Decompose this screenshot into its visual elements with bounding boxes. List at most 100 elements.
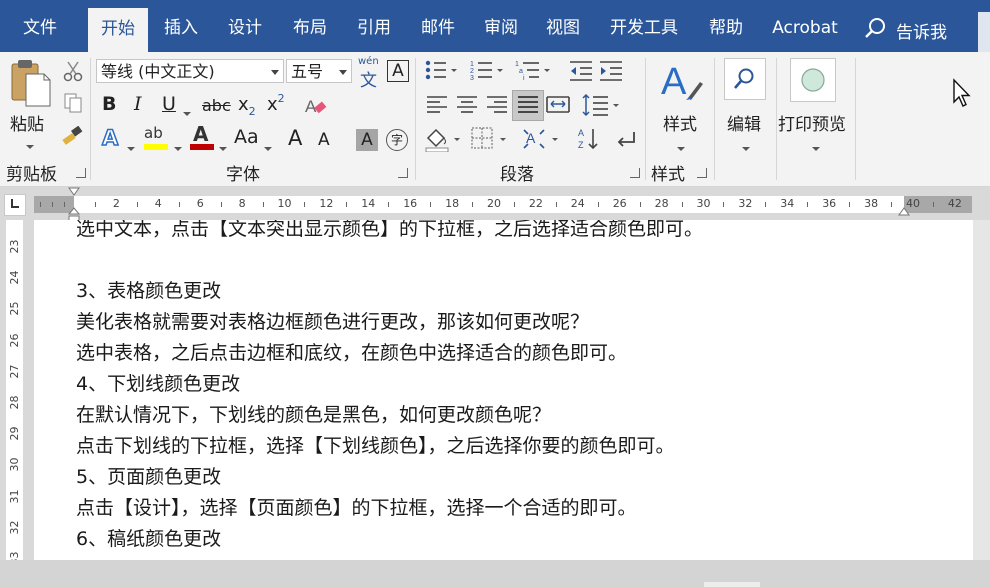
tab-insert[interactable]: 插入 xyxy=(152,0,210,52)
svg-text:2: 2 xyxy=(470,68,474,75)
ruler-number: 42 xyxy=(947,197,962,210)
tab-design[interactable]: 设计 xyxy=(215,0,275,52)
tab-mailings[interactable]: 邮件 xyxy=(408,0,468,52)
underline-button[interactable]: U xyxy=(162,93,176,115)
vruler-number: 26 xyxy=(8,333,21,348)
vertical-ruler[interactable]: 23 24 25 26 27 28 29 30 31 32 33 xyxy=(0,220,34,566)
print-preview-label: 打印预览 xyxy=(778,115,846,135)
horizontal-scroll-thumb[interactable] xyxy=(704,582,760,587)
doc-line[interactable]: 点击【设计】，选择【页面颜色】的下拉框，选择一个合适的即可。 xyxy=(76,493,637,520)
strikethrough-button[interactable]: abc xyxy=(202,96,231,115)
tab-acrobat[interactable]: Acrobat xyxy=(763,0,847,52)
ruler-tick xyxy=(304,202,306,207)
font-name-select[interactable]: 等线 (中文正文) xyxy=(96,59,284,83)
italic-button[interactable]: I xyxy=(134,93,142,115)
doc-line[interactable]: 选中表格，之后点击边框和底纹，在颜色中选择适合的颜色即可。 xyxy=(76,338,627,365)
clipboard-launcher-icon[interactable] xyxy=(76,168,86,178)
numbering-icon[interactable]: 123 xyxy=(470,58,504,82)
chinese-layout-icon[interactable]: A xyxy=(523,126,563,152)
tab-developer[interactable]: 开发工具 xyxy=(600,0,688,52)
grow-font-button[interactable]: A xyxy=(288,126,302,150)
text-effects-button[interactable]: A xyxy=(101,125,119,151)
multilevel-list-icon[interactable]: 1ai xyxy=(515,58,551,82)
font-size-value: 五号 xyxy=(291,62,324,81)
editing-button[interactable]: 编辑 xyxy=(720,56,772,152)
line-spacing-icon[interactable] xyxy=(582,93,622,117)
highlight-dropdown-icon[interactable] xyxy=(174,138,182,157)
change-case-dropdown-icon[interactable] xyxy=(264,138,272,157)
copy-icon[interactable] xyxy=(62,92,84,114)
tab-layout[interactable]: 布局 xyxy=(280,0,340,52)
tab-review[interactable]: 审阅 xyxy=(471,0,531,52)
show-formatting-marks-icon[interactable] xyxy=(614,128,638,152)
styles-launcher-icon[interactable] xyxy=(697,168,707,178)
ruler-number: 26 xyxy=(612,197,627,210)
tab-home[interactable]: 开始 xyxy=(88,8,148,52)
ribbon-home: 粘贴 剪贴板 等线 (中文正文) 五号 wén 文 A B I U abc x2… xyxy=(0,52,990,187)
svg-text:A: A xyxy=(661,61,687,103)
character-border-button[interactable]: A xyxy=(387,60,409,82)
doc-heading[interactable]: 6、稿纸颜色更改 xyxy=(76,524,221,551)
print-preview-icon xyxy=(801,68,825,92)
decrease-indent-icon[interactable] xyxy=(568,60,594,82)
ruler-number: 18 xyxy=(445,197,460,210)
sort-icon[interactable]: A Z xyxy=(577,126,603,152)
bold-button[interactable]: B xyxy=(102,93,116,115)
ruler-tick xyxy=(430,202,432,207)
phonetic-guide-button[interactable]: wén 文 xyxy=(358,56,382,91)
format-painter-icon[interactable] xyxy=(61,126,85,148)
tab-references[interactable]: 引用 xyxy=(344,0,404,52)
highlight-button[interactable]: ab xyxy=(144,124,170,152)
enclose-characters-button[interactable]: 字 xyxy=(386,129,408,151)
doc-line[interactable]: 在默认情况下，下划线的颜色是黑色，如何更改颜色呢？ xyxy=(76,400,551,427)
font-color-button[interactable]: A xyxy=(190,122,214,152)
font-launcher-icon[interactable] xyxy=(398,168,408,178)
justify-button[interactable] xyxy=(512,90,544,121)
tell-me-search[interactable]: 告诉我 xyxy=(864,14,974,43)
font-color-dropdown-icon[interactable] xyxy=(219,138,227,157)
clear-formatting-icon[interactable]: A xyxy=(304,94,328,118)
subscript-button[interactable]: x2 xyxy=(238,94,256,118)
document-page[interactable]: 选中文本，点击【文本突出显示颜色】的下拉框，之后选择适合颜色即可。 3、表格颜色… xyxy=(34,220,973,560)
borders-icon[interactable] xyxy=(470,126,510,152)
doc-heading[interactable]: 4、下划线颜色更改 xyxy=(76,369,240,396)
shrink-font-button[interactable]: A xyxy=(318,130,330,150)
styles-button[interactable]: A 样式 xyxy=(656,56,706,152)
paste-button[interactable]: 粘贴 xyxy=(6,58,54,149)
align-right-icon[interactable] xyxy=(486,94,508,116)
horizontal-ruler[interactable]: 2 4 6 8 10 12 14 16 18 20 22 24 26 28 30 32 34 36 38 40 42 xyxy=(0,187,990,223)
superscript-button[interactable]: x2 xyxy=(267,92,285,115)
print-preview-button[interactable]: 打印预览 xyxy=(778,56,852,152)
doc-line[interactable]: 美化表格就需要对表格边框颜色进行更改，那该如何更改呢？ xyxy=(76,307,589,334)
doc-heading[interactable]: 5、页面颜色更改 xyxy=(76,462,221,489)
increase-indent-icon[interactable] xyxy=(598,60,624,82)
vruler-number: 25 xyxy=(8,301,21,316)
font-name-value: 等线 (中文正文) xyxy=(101,62,215,81)
vertical-scrollbar[interactable] xyxy=(973,220,990,560)
ruler-tick xyxy=(472,202,474,207)
distributed-icon[interactable] xyxy=(546,94,570,116)
tab-help[interactable]: 帮助 xyxy=(697,0,755,52)
change-case-button[interactable]: Aa xyxy=(234,126,259,148)
vruler-number: 30 xyxy=(8,457,21,472)
ruler-number: 20 xyxy=(487,197,501,210)
underline-dropdown-icon[interactable] xyxy=(183,103,191,122)
align-center-icon[interactable] xyxy=(456,94,478,116)
paragraph-launcher-icon[interactable] xyxy=(630,168,640,178)
bullets-icon[interactable] xyxy=(424,58,458,82)
cut-icon[interactable] xyxy=(62,60,84,82)
tab-view[interactable]: 视图 xyxy=(533,0,593,52)
first-line-indent-icon[interactable] xyxy=(68,187,80,197)
character-shading-button[interactable]: A xyxy=(356,129,378,151)
ruler-tick xyxy=(513,202,515,207)
tab-selector-icon[interactable] xyxy=(4,194,26,216)
doc-line[interactable]: 选中文本，点击【文本突出显示颜色】的下拉框，之后选择适合颜色即可。 xyxy=(76,220,703,241)
doc-line[interactable]: 点击下划线的下拉框，选择【下划线颜色】，之后选择你要的颜色即可。 xyxy=(76,431,675,458)
font-size-select[interactable]: 五号 xyxy=(286,59,352,83)
tab-file[interactable]: 文件 xyxy=(8,0,72,52)
text-effects-dropdown-icon[interactable] xyxy=(127,138,135,157)
align-left-icon[interactable] xyxy=(426,94,448,116)
shading-icon[interactable] xyxy=(424,126,464,152)
doc-heading[interactable]: 3、表格颜色更改 xyxy=(76,276,221,303)
ruler-number: 40 xyxy=(906,197,920,210)
